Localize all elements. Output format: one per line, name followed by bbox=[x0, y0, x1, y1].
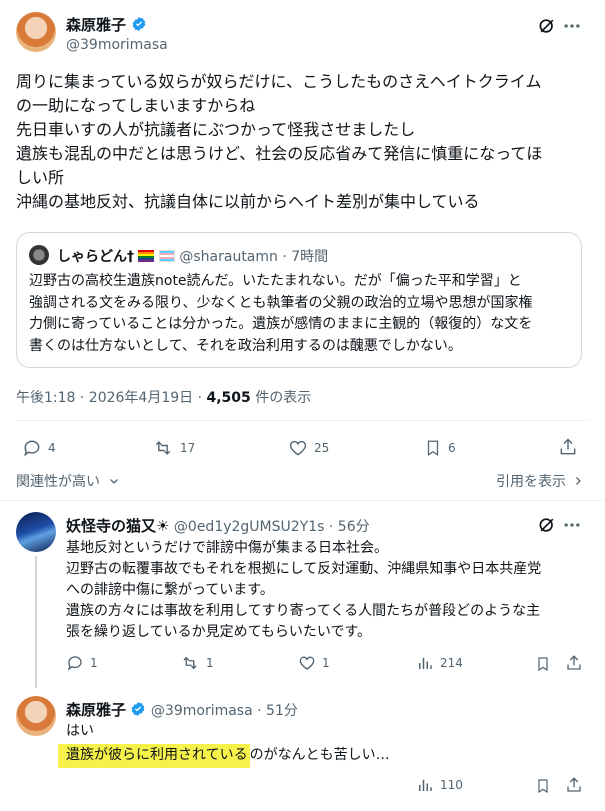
reply-time[interactable]: 51分 bbox=[266, 703, 298, 719]
author-handle[interactable]: @39morimasa bbox=[66, 37, 168, 53]
reply-text-line: 遺族が彼らに利用されている のがなんとも苦しい… bbox=[58, 744, 591, 768]
share-icon[interactable] bbox=[565, 654, 583, 672]
post-meta: 午後1:18 · 2026年4月19日 · 4,505 件の表示 bbox=[16, 387, 311, 407]
quote-author-handle: @sharautamn bbox=[179, 249, 278, 265]
post-text-line: 先日車いすの人が抗議者にぶつかって怪我させましたし bbox=[16, 120, 416, 139]
quote-text-line: 書くのは仕方ないとして、それを政治利用するのは醜悪でしかない。 bbox=[29, 337, 462, 354]
more-icon[interactable] bbox=[562, 16, 582, 36]
repost-count: 1 bbox=[206, 656, 214, 670]
bookmark-icon[interactable] bbox=[535, 655, 551, 673]
reply-time[interactable]: 56分 bbox=[338, 519, 370, 535]
rainbow-flag-icon bbox=[138, 250, 155, 262]
view-quotes-link[interactable]: 引用を表示 bbox=[496, 471, 584, 491]
quote-avatar bbox=[29, 245, 49, 265]
sort-label: 関連性が高い bbox=[16, 474, 100, 490]
reply-author-name[interactable]: 森原雅子 bbox=[66, 701, 126, 719]
trans-flag-icon bbox=[158, 250, 175, 262]
reply-icon bbox=[24, 440, 40, 457]
post-text: 周りに集まっている奴らが奴らだけに、こうしたものさえヘイトクライム の一助になっ… bbox=[16, 70, 591, 214]
reply-button[interactable]: 1 bbox=[66, 654, 98, 672]
chevron-down-icon bbox=[110, 479, 119, 484]
post-text-line: しい所 bbox=[16, 168, 65, 187]
like-button[interactable]: 25 bbox=[288, 438, 329, 458]
quote-header: しゃらどん† @sharautamn · 7時間 bbox=[57, 249, 329, 265]
view-count: 214 bbox=[440, 656, 463, 670]
verified-badge-icon bbox=[132, 17, 146, 31]
reply-text: はい 遺族が彼らに利用されている のがなんとも苦しい… bbox=[58, 721, 591, 768]
reply-text-line: はい bbox=[66, 723, 94, 739]
quoted-post[interactable]: しゃらどん† @sharautamn · 7時間 辺野古の高校生遺族note読ん… bbox=[16, 232, 582, 368]
author-avatar[interactable] bbox=[16, 12, 56, 52]
divider bbox=[16, 420, 589, 421]
heart-icon bbox=[289, 440, 307, 456]
repost-icon bbox=[183, 656, 197, 670]
reply-text: 基地反対というだけで誹謗中傷が集まる日本社会。 辺野古の転覆事故でもそれを根拠に… bbox=[66, 538, 591, 643]
post-text-line: の一助になってしまいますからね bbox=[16, 96, 256, 115]
quote-text-line: 力側に寄っていることは分かった。遺族が感情のままに主観的（報復的）な文を bbox=[29, 316, 533, 332]
bookmark-count: 6 bbox=[448, 441, 456, 455]
grok-icon[interactable] bbox=[537, 16, 557, 36]
reply-count: 1 bbox=[90, 656, 98, 670]
reply-author-handle[interactable]: @0ed1y2gUMSU2Y1s bbox=[174, 519, 325, 535]
verified-badge-icon bbox=[132, 702, 145, 716]
view-count-label: 件の表示 bbox=[250, 390, 312, 406]
divider bbox=[0, 500, 605, 501]
reply-author-handle[interactable]: @39morimasa bbox=[151, 703, 253, 719]
author-name[interactable]: 森原雅子 bbox=[66, 16, 126, 34]
reply-text-line: 遺族の方々には事故を利用してすり寄ってくる人間たちが普段どのような主 bbox=[66, 603, 541, 619]
views-button[interactable]: 214 bbox=[416, 654, 463, 672]
reply-header: 妖怪寺の猫又☀ @0ed1y2gUMSU2Y1s · 56分 bbox=[66, 517, 370, 535]
view-quotes-label: 引用を表示 bbox=[496, 474, 566, 490]
reply-count: 4 bbox=[48, 441, 56, 455]
reply-author-name[interactable]: 妖怪寺の猫又☀ bbox=[66, 517, 169, 535]
bookmark-icon[interactable] bbox=[535, 777, 551, 795]
reply-header: 森原雅子 @39morimasa · 51分 bbox=[66, 701, 298, 719]
reply-avatar[interactable] bbox=[16, 696, 56, 736]
reply-avatar[interactable] bbox=[16, 512, 56, 552]
reply-text-line: 基地反対というだけで誹謗中傷が集まる日本社会。 bbox=[66, 540, 388, 556]
share-icon[interactable] bbox=[558, 437, 578, 457]
reply-icon bbox=[67, 656, 82, 671]
like-button[interactable]: 1 bbox=[298, 654, 330, 672]
like-count: 25 bbox=[314, 441, 330, 455]
repost-count: 17 bbox=[180, 441, 196, 455]
views-chart-icon bbox=[419, 779, 432, 791]
post-text-line: 沖縄の基地反対、抗議自体に以前からヘイト差別が集中している bbox=[16, 192, 480, 211]
views-chart-icon bbox=[419, 657, 432, 669]
share-icon[interactable] bbox=[565, 776, 583, 794]
repost-button[interactable]: 1 bbox=[180, 654, 214, 672]
post-text-line: 遺族も混乱の中だとは思うけど、社会の反応省みて発信に慎重になってほ bbox=[16, 144, 543, 163]
bookmark-button[interactable]: 6 bbox=[424, 438, 456, 458]
quote-text-line: 辺野古の高校生遺族note読んだ。いたたまれない。だが「偏った平和学習」と bbox=[29, 273, 522, 289]
sort-dropdown[interactable]: 関連性が高い bbox=[16, 471, 120, 491]
quote-time: 7時間 bbox=[291, 249, 329, 265]
reply-button[interactable]: 4 bbox=[22, 438, 56, 458]
repost-button[interactable]: 17 bbox=[152, 438, 195, 458]
highlighted-text: 遺族が彼らに利用されている bbox=[58, 744, 250, 768]
repost-icon bbox=[155, 441, 171, 455]
reply-text-line: 辺野古の転覆事故でもそれを根拠にして反対運動、沖縄県知事や日本共産党 bbox=[66, 561, 542, 577]
quote-text: 辺野古の高校生遺族note読んだ。いたたまれない。だが「偏った平和学習」と 強調… bbox=[29, 271, 532, 357]
reply-text-line: への誹謗中傷に繋がっています。 bbox=[66, 582, 274, 598]
bookmark-icon bbox=[427, 440, 439, 456]
like-count: 1 bbox=[322, 656, 330, 670]
quote-text-line: 強調される文をみる限り、少なくとも執筆者の父親の政治的立場や思想が国家権 bbox=[29, 294, 533, 311]
heart-icon bbox=[299, 656, 315, 670]
post-timestamp[interactable]: 午後1:18 · 2026年4月19日 · bbox=[16, 390, 207, 406]
thread-line bbox=[35, 556, 37, 688]
chevron-right-icon bbox=[576, 477, 582, 485]
view-count: 4,505 bbox=[206, 390, 251, 406]
views-button[interactable]: 110 bbox=[416, 776, 463, 794]
reply-text-rest: のがなんとも苦しい… bbox=[249, 747, 390, 763]
quote-author-name: しゃらどん† bbox=[57, 249, 134, 265]
post-text-line: 周りに集まっている奴らが奴らだけに、こうしたものさえヘイトクライム bbox=[16, 72, 542, 91]
author-block: 森原雅子 @39morimasa bbox=[66, 14, 168, 53]
grok-icon[interactable] bbox=[537, 515, 557, 535]
more-icon[interactable] bbox=[562, 515, 582, 535]
reply-text-line: 張を繰り返しているか見定めてもらいたいです。 bbox=[66, 624, 372, 640]
view-count: 110 bbox=[440, 778, 463, 792]
